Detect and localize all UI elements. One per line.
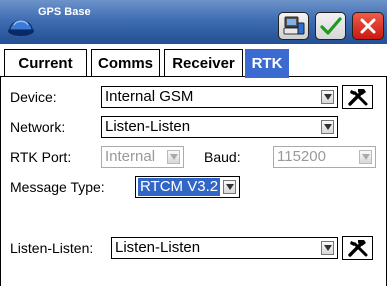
device-config-icon bbox=[283, 16, 304, 35]
tab-receiver[interactable]: Receiver bbox=[164, 49, 243, 77]
rtk-port-label: RTK Port: bbox=[10, 149, 72, 165]
device-value: Internal GSM bbox=[105, 88, 194, 105]
close-x-icon bbox=[360, 18, 376, 34]
ok-button[interactable] bbox=[315, 12, 346, 40]
device-settings-button[interactable] bbox=[278, 12, 309, 40]
listen-listen-select[interactable]: Listen-Listen bbox=[111, 237, 338, 259]
tools-icon bbox=[347, 89, 367, 106]
rtk-port-select[interactable]: Internal bbox=[101, 146, 184, 168]
listen-listen-value: Listen-Listen bbox=[115, 239, 201, 256]
window-title: GPS Base bbox=[38, 6, 91, 18]
dropdown-arrow-icon[interactable] bbox=[167, 150, 180, 164]
listen-tools-button[interactable] bbox=[342, 236, 373, 260]
tools-icon bbox=[347, 240, 367, 257]
device-select[interactable]: Internal GSM bbox=[101, 86, 338, 108]
listen-listen-label: Listen-Listen: bbox=[10, 240, 94, 256]
rtk-settings-panel: Device: Internal GSM Network: Listen-Lis… bbox=[0, 77, 387, 286]
baud-select[interactable]: 115200 bbox=[273, 146, 376, 168]
dropdown-arrow-icon[interactable] bbox=[321, 90, 334, 104]
title-bar: GPS Base bbox=[0, 0, 387, 44]
tab-comms[interactable]: Comms bbox=[91, 49, 160, 77]
network-value: Listen-Listen bbox=[105, 118, 191, 135]
dropdown-arrow-icon[interactable] bbox=[223, 180, 236, 194]
tab-strip: Current Comms Receiver RTK bbox=[0, 44, 387, 77]
device-tools-button[interactable] bbox=[342, 85, 373, 109]
rtk-port-value: Internal bbox=[105, 148, 156, 165]
gps-helmet-icon bbox=[8, 20, 34, 36]
network-label: Network: bbox=[10, 119, 66, 135]
network-select[interactable]: Listen-Listen bbox=[101, 116, 338, 138]
dropdown-arrow-icon[interactable] bbox=[359, 150, 372, 164]
tab-current[interactable]: Current bbox=[4, 49, 87, 77]
checkmark-icon bbox=[319, 17, 342, 35]
message-type-select[interactable]: RTCM V3.2 bbox=[135, 176, 240, 198]
baud-label: Baud: bbox=[204, 149, 241, 165]
device-label: Device: bbox=[10, 89, 57, 105]
message-type-label: Message Type: bbox=[10, 179, 105, 195]
close-button[interactable] bbox=[352, 12, 384, 40]
baud-value: 115200 bbox=[277, 148, 326, 165]
tab-rtk[interactable]: RTK bbox=[245, 49, 289, 77]
dropdown-arrow-icon[interactable] bbox=[321, 120, 334, 134]
message-type-value: RTCM V3.2 bbox=[138, 178, 221, 196]
dropdown-arrow-icon[interactable] bbox=[321, 241, 334, 255]
